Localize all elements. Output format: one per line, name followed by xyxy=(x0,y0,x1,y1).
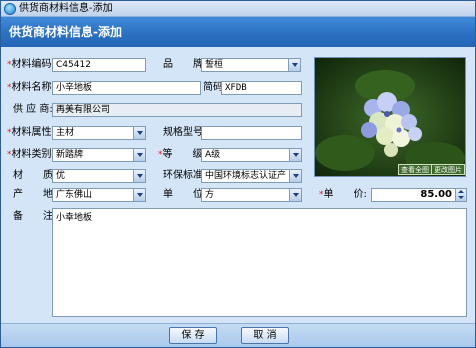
origin-value: 广东佛山 xyxy=(56,190,93,200)
spec-field[interactable] xyxy=(201,126,302,140)
remark-label: 备 注: xyxy=(13,211,57,222)
name-field[interactable]: 小辛地板 xyxy=(52,81,201,95)
code-field[interactable]: C45412 xyxy=(52,58,146,72)
supplier-label: 供 应 商: xyxy=(13,104,53,115)
change-image-button[interactable]: 更改图片 xyxy=(431,164,465,175)
save-button[interactable]: 保 存 xyxy=(169,327,217,344)
view-full-image-button[interactable]: 查看全图 xyxy=(398,164,432,175)
brand-value: 誓桓 xyxy=(205,60,224,70)
unit-label: 单 位: xyxy=(163,189,207,200)
hydrangea-image xyxy=(315,58,465,176)
button-bar xyxy=(1,323,475,347)
material-photo: 查看全图 更改图片 xyxy=(314,57,466,177)
category-value: 新踏牌 xyxy=(56,150,84,160)
spin-arrows-icon[interactable] xyxy=(455,189,466,201)
attribute-select[interactable]: 主材 xyxy=(52,126,146,140)
price-label: *单 价: xyxy=(319,189,367,200)
remark-textarea[interactable]: 小幸地板 xyxy=(52,208,467,317)
material-label: 材 质: xyxy=(13,170,57,181)
grade-label: *等 级: xyxy=(158,149,206,160)
grade-value: A级 xyxy=(205,150,221,160)
spec-label: 规格型号: xyxy=(163,127,207,138)
chevron-down-icon[interactable] xyxy=(289,189,301,201)
chevron-down-icon[interactable] xyxy=(288,59,300,71)
shortcode-field[interactable]: XFDB xyxy=(221,81,302,95)
unit-select[interactable]: 方 xyxy=(201,188,302,202)
cancel-button[interactable]: 取 消 xyxy=(241,327,289,344)
chevron-down-icon[interactable] xyxy=(133,149,145,161)
eco-select[interactable]: 中国环境标志认证产 xyxy=(201,169,302,183)
origin-select[interactable]: 广东佛山 xyxy=(52,188,146,202)
origin-label: 产 地: xyxy=(13,189,57,200)
eco-label: 环保标准: xyxy=(163,170,207,181)
material-select[interactable]: 优 xyxy=(52,169,146,183)
code-label: *材料编码: xyxy=(7,59,55,70)
eco-value: 中国环境标志认证产 xyxy=(205,171,287,181)
category-select[interactable]: 新踏牌 xyxy=(52,148,146,162)
chevron-down-icon[interactable] xyxy=(289,170,301,182)
chevron-down-icon[interactable] xyxy=(133,189,145,201)
price-value: 85.00 xyxy=(420,189,452,200)
category-label: *材料类别: xyxy=(7,149,55,160)
dialog-window: 供货商材料信息-添加 供货商材料信息-添加 *材料编码: C45412 品 牌:… xyxy=(0,0,476,348)
grade-select[interactable]: A级 xyxy=(201,148,302,162)
window-title: 供货商材料信息-添加 xyxy=(19,3,113,14)
chevron-down-icon[interactable] xyxy=(289,149,301,161)
attribute-label: *材料属性: xyxy=(7,127,55,138)
title-bar[interactable]: 供货商材料信息-添加 xyxy=(1,1,475,17)
unit-value: 方 xyxy=(205,190,215,200)
chevron-down-icon[interactable] xyxy=(133,127,145,139)
chevron-down-icon[interactable] xyxy=(133,170,145,182)
brand-label: 品 牌: xyxy=(163,59,207,70)
page-title: 供货商材料信息-添加 xyxy=(1,17,475,47)
supplier-field[interactable]: 再美有限公司 xyxy=(52,103,302,117)
app-icon xyxy=(4,3,16,15)
attribute-value: 主材 xyxy=(56,128,75,138)
material-value: 优 xyxy=(56,171,66,181)
name-label: *材料名称: xyxy=(7,82,55,93)
price-spinner[interactable]: 85.00 xyxy=(371,188,467,202)
shortcode-label: 简码 xyxy=(203,82,223,93)
brand-select[interactable]: 誓桓 xyxy=(201,58,301,72)
